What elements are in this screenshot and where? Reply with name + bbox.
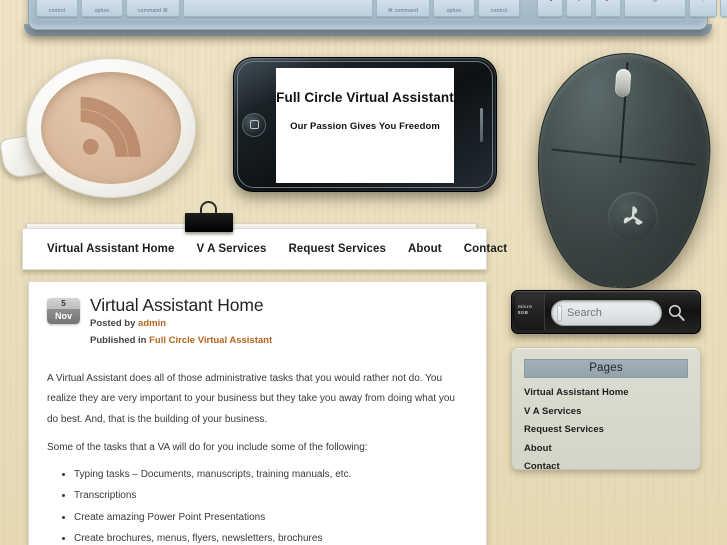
- keyboard-key: 0: [624, 0, 686, 17]
- computer-mouse-graphic: [529, 47, 717, 294]
- phone-graphic: Full Circle Virtual Assistant Our Passio…: [233, 57, 497, 192]
- cup-coffee-surface: [41, 72, 181, 184]
- pages-widget: Pages Virtual Assistant Home V A Services…: [511, 347, 701, 472]
- pages-widget-item[interactable]: Request Services: [524, 424, 688, 435]
- keyboard-key: enter: [720, 0, 727, 17]
- post-body: A Virtual Assistant does all of those ad…: [47, 369, 468, 545]
- search-caret: [557, 304, 562, 322]
- keyboard-key: option: [81, 0, 123, 17]
- phone-screen: Full Circle Virtual Assistant Our Passio…: [276, 68, 454, 183]
- pages-widget-title: Pages: [524, 359, 688, 378]
- phone-speaker: [480, 107, 483, 142]
- rss-icon[interactable]: [75, 91, 147, 163]
- main-navigation: Virtual Assistant Home V A Services Reques…: [22, 228, 507, 270]
- keyboard-key-label: command ⌘: [137, 8, 169, 14]
- keyboard-key: ◂: [537, 0, 563, 17]
- keyboard-key-label: ◂: [538, 0, 562, 4]
- usb-label-line2: 8GB: [518, 310, 529, 316]
- coffee-cup-graphic: [0, 58, 196, 200]
- published-in-label: Published in: [90, 335, 150, 347]
- keyboard-key: .: [689, 0, 717, 17]
- posted-by-label: Posted by: [90, 318, 139, 330]
- keyboard-bottom-row: control option command ⌘ ⌘ command option con…: [36, 0, 727, 17]
- keyboard-graphic: control option command ⌘ ⌘ command option con…: [28, 0, 727, 30]
- nav-item-contact[interactable]: Contact: [453, 243, 519, 255]
- pages-widget-item[interactable]: V A Services: [524, 406, 688, 417]
- search-widget: micro 8GB: [511, 290, 701, 334]
- binder-clip-icon: [182, 201, 236, 232]
- post-paragraph: Some of the tasks that a VA will do for …: [47, 442, 368, 454]
- keyboard-key-label: enter: [721, 8, 727, 14]
- keyboard-key-label: option: [94, 8, 110, 14]
- keyboard-key-label: control: [48, 8, 66, 14]
- post-header: 5 Nov Virtual Assistant Home Posted by a…: [47, 296, 468, 348]
- keyboard-key-label: ▾: [567, 0, 591, 4]
- keyboard-key: option: [433, 0, 475, 17]
- keyboard-key: control: [478, 0, 520, 17]
- category-link[interactable]: Full Circle Virtual Assistant: [149, 335, 272, 346]
- keyboard-key-label: ▸: [596, 0, 620, 4]
- cup-rim: [26, 58, 196, 198]
- keyboard-key: [183, 0, 373, 17]
- task-list: Typing tasks – Documents, manuscripts, t…: [74, 467, 468, 545]
- pages-widget-item[interactable]: Contact: [524, 461, 688, 472]
- search-field-wrapper[interactable]: [551, 300, 662, 326]
- post-date-month: Nov: [47, 309, 80, 324]
- task-list-item: Transcriptions: [74, 488, 468, 504]
- site-tagline: Our Passion Gives You Freedom: [290, 121, 440, 132]
- task-list-item: Create brochures, menus, flyers, newslet…: [74, 531, 468, 545]
- nav-item-request-services[interactable]: Request Services: [278, 243, 398, 255]
- keyboard-key-label: ⌘ command: [387, 8, 419, 14]
- pages-widget-item[interactable]: Virtual Assistant Home: [524, 387, 688, 398]
- navigation-bar-wrapper: Virtual Assistant Home V A Services Reques…: [22, 201, 507, 270]
- keyboard-key-label: option: [446, 8, 462, 14]
- post-date-day: 5: [47, 298, 80, 309]
- nav-item-va-services[interactable]: V A Services: [185, 243, 277, 255]
- keyboard-key: command ⌘: [126, 0, 180, 17]
- keyboard-key: ▸: [595, 0, 621, 17]
- site-title: Full Circle Virtual Assistant: [276, 90, 454, 105]
- keyboard-key-label: control: [490, 8, 508, 14]
- task-list-item: Create amazing Power Point Presentations: [74, 510, 468, 526]
- keyboard-key: ⌘ command: [376, 0, 430, 17]
- post-meta-category: Published in Full Circle Virtual Assista…: [90, 334, 272, 348]
- keyboard-key: ▾: [566, 0, 592, 17]
- keyboard-key-label: 0: [625, 0, 685, 4]
- post-meta-author: Posted by admin: [90, 317, 272, 331]
- nav-item-about[interactable]: About: [397, 243, 453, 255]
- binder-clip-body: [185, 213, 233, 232]
- author-link[interactable]: admin: [138, 318, 166, 329]
- usb-capacity-label: micro 8GB: [518, 304, 532, 316]
- phone-home-button-icon: [242, 112, 266, 137]
- post-date-badge: 5 Nov: [47, 298, 80, 324]
- post-header-text: Virtual Assistant Home Posted by admin P…: [90, 296, 272, 348]
- page-title: Virtual Assistant Home: [90, 295, 264, 315]
- keyboard-key: control: [36, 0, 78, 17]
- nav-item-virtual-assistant-home[interactable]: Virtual Assistant Home: [36, 243, 185, 255]
- keyboard-key-label: .: [690, 0, 716, 4]
- pages-widget-item[interactable]: About: [524, 443, 688, 454]
- pages-widget-list: Virtual Assistant Home V A Services Reques…: [524, 387, 688, 472]
- search-icon[interactable]: [667, 303, 686, 322]
- post-paragraph: A Virtual Assistant does all of those ad…: [47, 372, 455, 425]
- main-content-panel: 5 Nov Virtual Assistant Home Posted by a…: [28, 281, 487, 545]
- search-input[interactable]: [567, 307, 651, 319]
- task-list-item: Typing tasks – Documents, manuscripts, t…: [74, 467, 468, 483]
